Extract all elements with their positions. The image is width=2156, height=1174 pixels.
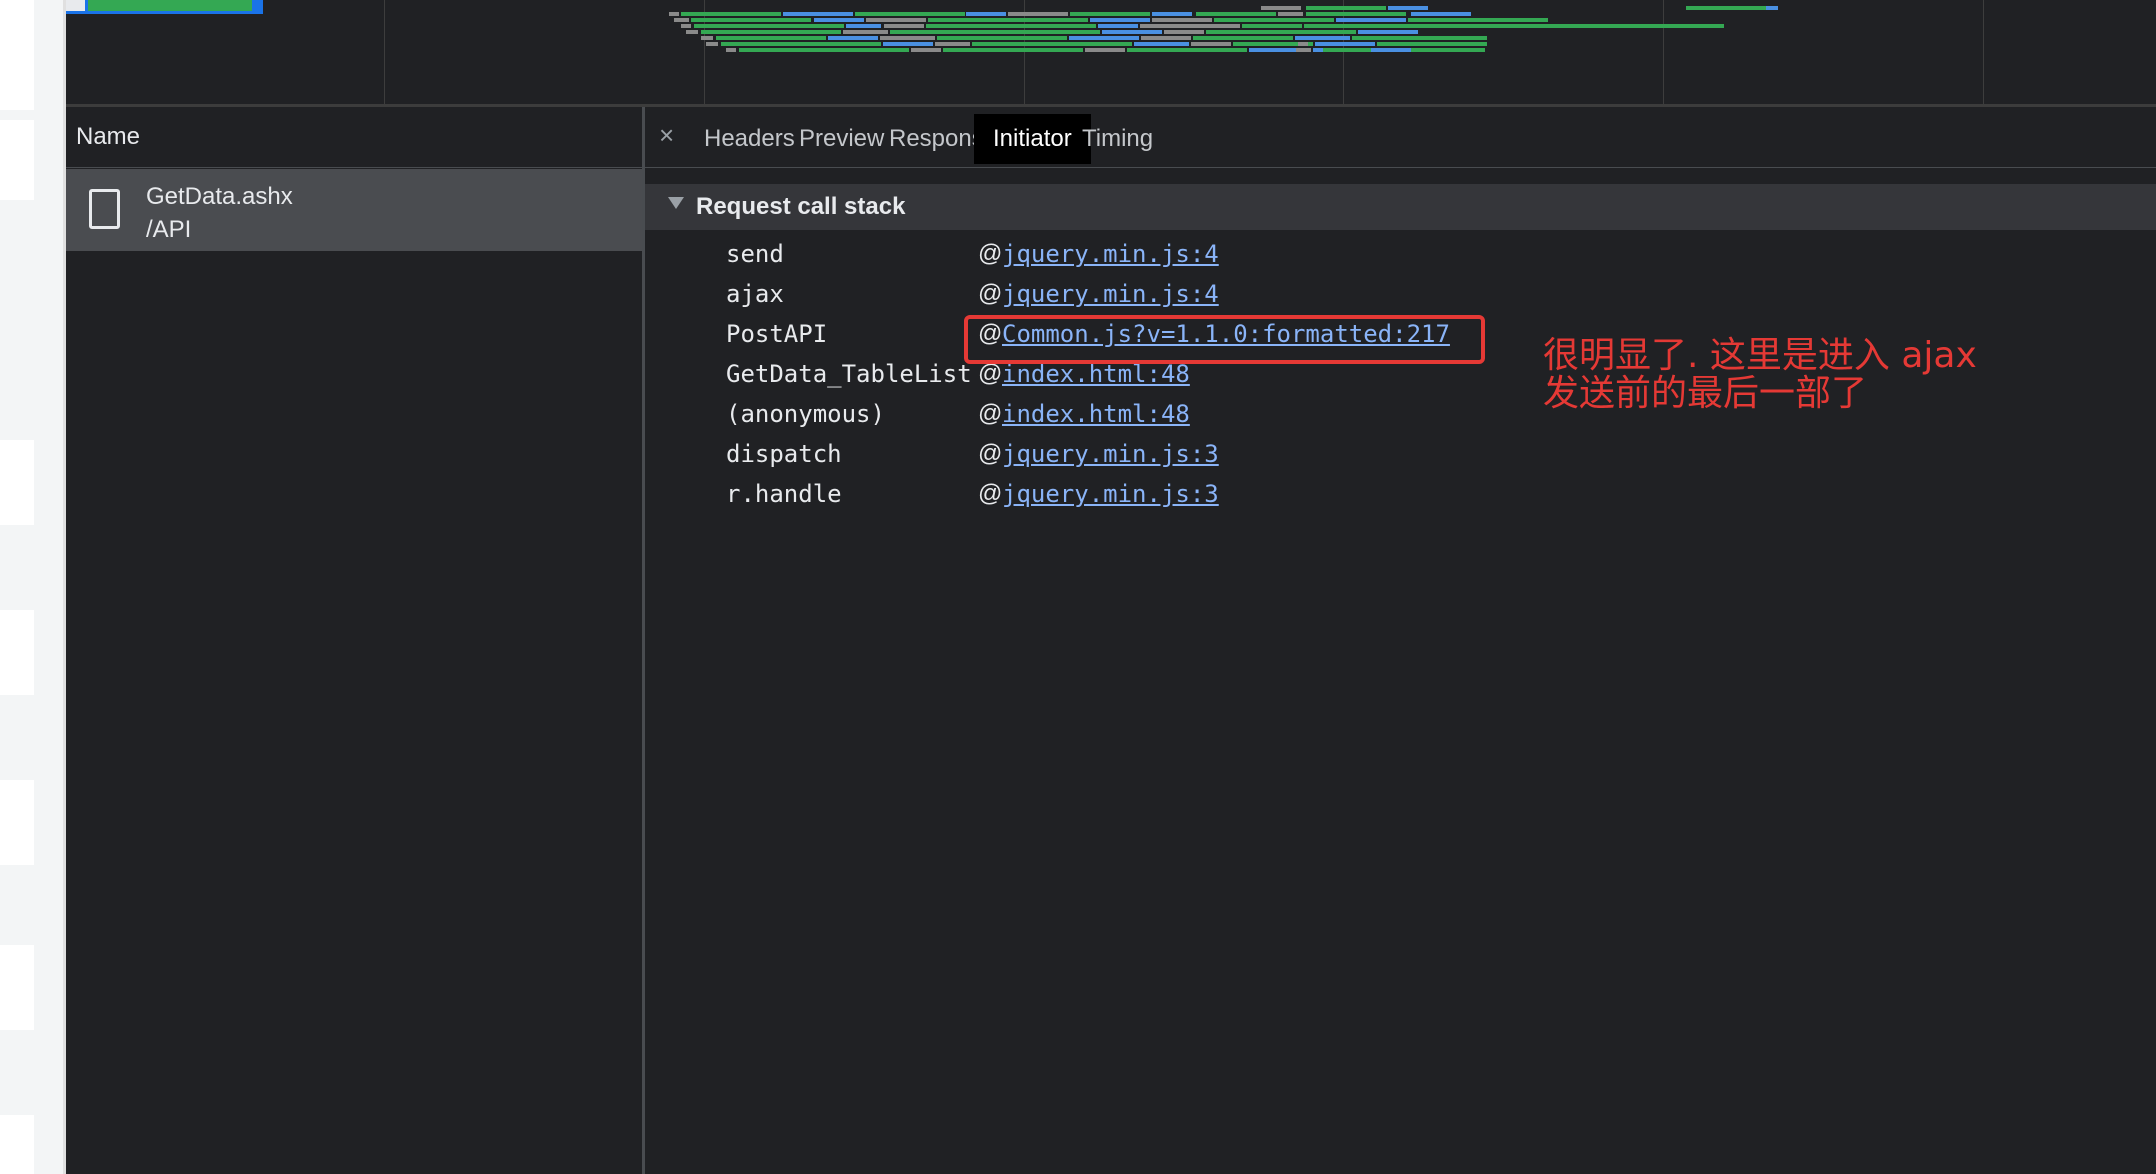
details-tabbar: × Headers Preview Response Initiator Tim… <box>645 107 2156 168</box>
request-call-stack-header[interactable]: Request call stack <box>645 184 2156 230</box>
frame-at-symbol: @ <box>978 440 1003 467</box>
frame-function: GetData_TableList <box>726 360 972 388</box>
tab-timing[interactable]: Timing <box>1063 114 1172 164</box>
annotation-line-2: 发送前的最后一部了 <box>1543 373 1868 414</box>
request-details-panel: × Headers Preview Response Initiator Tim… <box>645 107 2156 1174</box>
frame-function: r.handle <box>726 480 842 508</box>
frame-function: send <box>726 240 784 268</box>
request-row[interactable]: GetData.ashx /API <box>66 169 642 251</box>
request-path: /API <box>146 216 192 243</box>
frame-source-link[interactable]: jquery.min.js:3 <box>1002 474 1219 514</box>
frame-at-symbol: @ <box>978 480 1003 507</box>
frame-function: (anonymous) <box>726 400 885 428</box>
overview-selection[interactable] <box>66 0 263 14</box>
annotation-line-1: 很明显了. 这里是进入 ajax <box>1543 335 1977 376</box>
frame-source-link[interactable]: jquery.min.js:4 <box>1002 234 1219 274</box>
frame-at-symbol: @ <box>978 280 1003 307</box>
frame-source-link[interactable]: index.html:48 <box>1002 394 1190 434</box>
name-column-header[interactable]: Name <box>66 107 642 168</box>
frame-at-symbol: @ <box>978 240 1003 267</box>
devtools-window: Name GetData.ashx /API × Headers Preview… <box>0 0 2156 1174</box>
request-list-panel: Name GetData.ashx /API <box>66 107 645 1174</box>
inspected-page-strip <box>0 0 66 1174</box>
annotation-note: 很明显了. 这里是进入 ajax 发送前的最后一部了 <box>1543 337 1977 413</box>
section-title: Request call stack <box>696 193 906 220</box>
frame-function: dispatch <box>726 440 842 468</box>
request-name: GetData.ashx <box>146 183 293 210</box>
network-overview[interactable] <box>66 0 2156 107</box>
frame-function: ajax <box>726 280 784 308</box>
frame-at-symbol: @ <box>978 400 1003 427</box>
close-icon[interactable]: × <box>659 120 674 150</box>
frame-source-link[interactable]: jquery.min.js:4 <box>1002 274 1219 314</box>
annotation-highlight-box <box>964 315 1485 364</box>
collapse-triangle-icon[interactable] <box>668 197 684 209</box>
frame-function: PostAPI <box>726 320 828 348</box>
frame-source-link[interactable]: jquery.min.js:3 <box>1002 434 1219 474</box>
document-icon <box>89 189 120 229</box>
